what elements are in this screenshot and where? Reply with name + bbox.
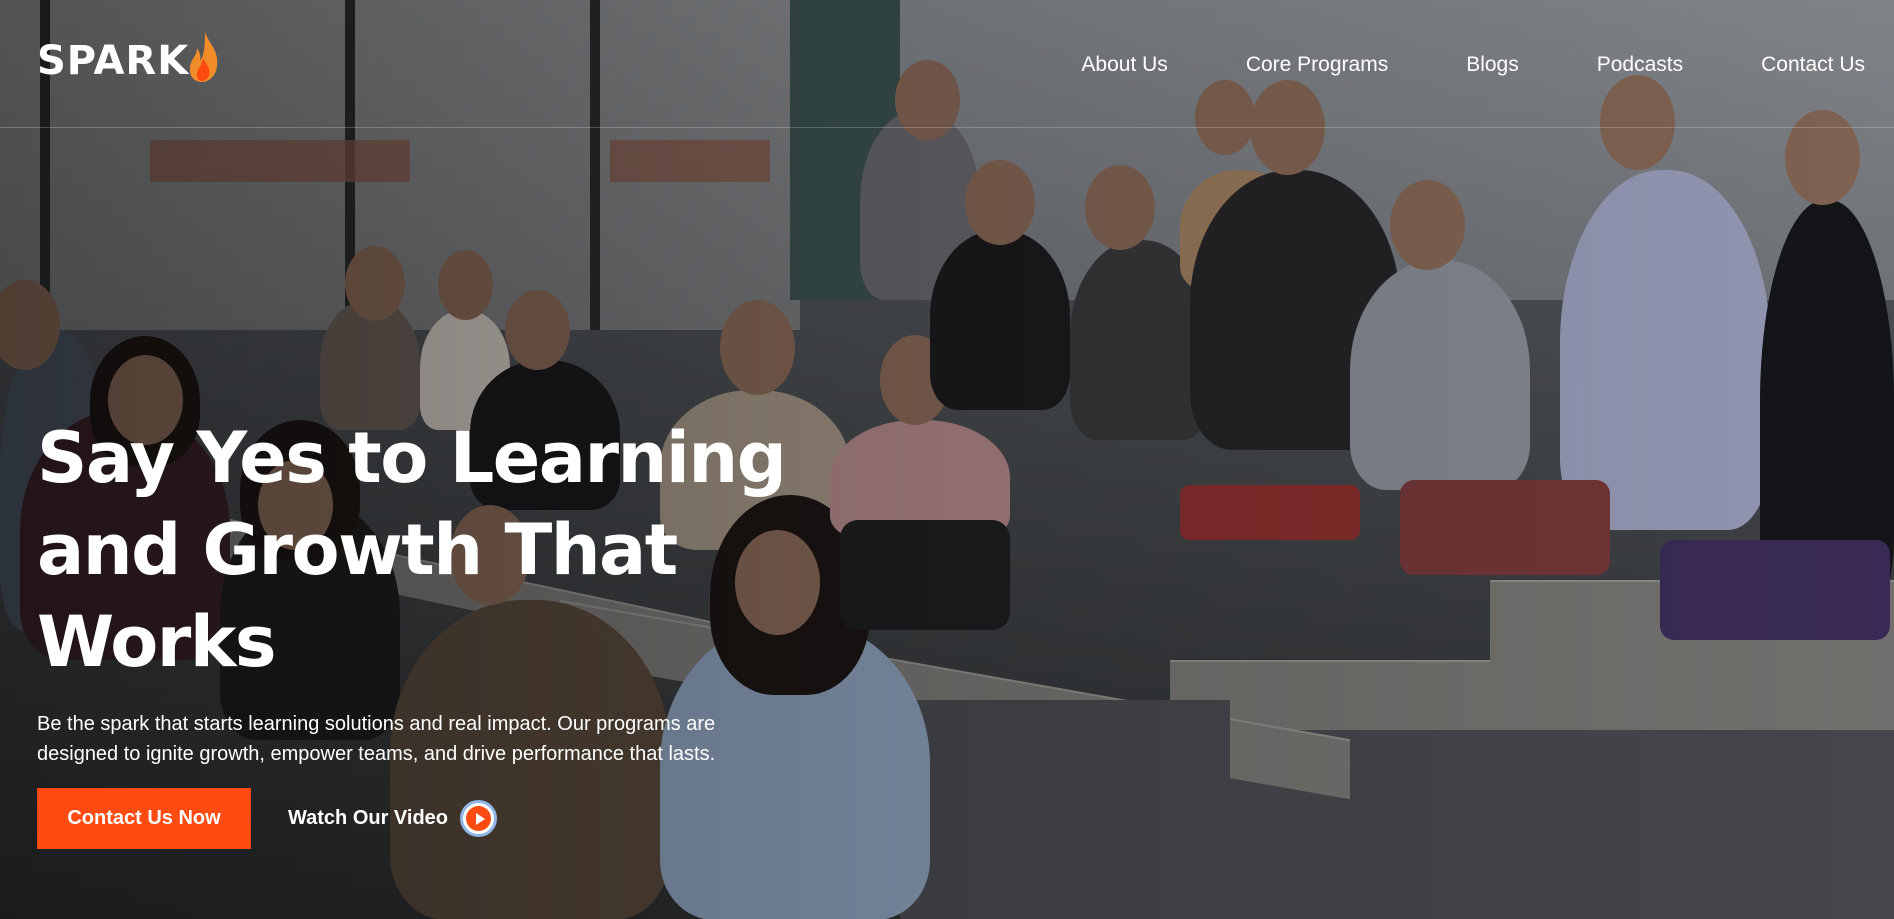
nav-core-programs[interactable]: Core Programs [1246, 52, 1388, 78]
nav-about-us[interactable]: About Us [1081, 52, 1167, 78]
hero-title: Say Yes to Learning and Growth That Work… [37, 412, 797, 688]
flame-icon [190, 32, 218, 82]
hero-title-line: Works [37, 601, 277, 683]
logo-text: SPARK [37, 38, 190, 84]
logo[interactable]: SPARK [37, 32, 221, 84]
hero-subtitle: Be the spark that starts learning soluti… [37, 709, 797, 769]
contact-us-now-button[interactable]: Contact Us Now [37, 788, 251, 849]
hero-title-line: and Growth That [37, 509, 678, 591]
watch-video-label: Watch Our Video [288, 807, 449, 829]
site-header: SPARK About Us Core Programs Blogs Podca… [0, 0, 1894, 128]
hero-title-line: Say Yes to Learning [37, 417, 787, 499]
play-icon[interactable] [460, 800, 498, 837]
nav-blogs[interactable]: Blogs [1466, 52, 1519, 78]
nav-podcasts[interactable]: Podcasts [1597, 52, 1683, 78]
hero-subtitle-line: designed to ignite growth, empower teams… [37, 743, 716, 765]
main-nav: About Us Core Programs Blogs Podcasts Co… [1081, 52, 1865, 78]
watch-video-button[interactable]: Watch Our Video [288, 800, 498, 837]
hero-cta-row: Contact Us Now Watch Our Video [37, 788, 498, 849]
nav-contact-us[interactable]: Contact Us [1761, 52, 1865, 78]
hero-subtitle-line: Be the spark that starts learning soluti… [37, 713, 716, 735]
